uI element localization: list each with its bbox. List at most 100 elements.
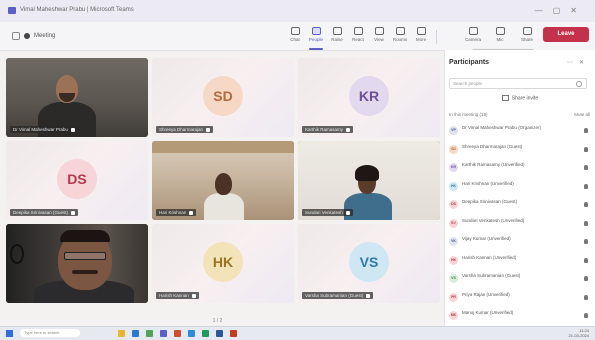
mic-icon[interactable] [584, 128, 588, 133]
toolbar-view-button[interactable]: View [369, 26, 389, 48]
toolbar-more-button[interactable]: More [411, 26, 431, 48]
office-icon[interactable] [174, 330, 181, 337]
participant-list-item[interactable]: HK Hari Krishnan (Unverified) [449, 180, 590, 193]
mic-icon[interactable] [584, 165, 588, 170]
mic-icon [206, 127, 211, 132]
edge-icon[interactable] [132, 330, 139, 337]
tile-name-label: Deepika Srinivasan (Guest) [10, 209, 79, 216]
participants-panel: Participants ⋯✕ Search people Share invi… [444, 50, 595, 326]
video-tile-7[interactable] [6, 224, 148, 303]
mic-icon[interactable] [584, 257, 588, 263]
video-tile-9[interactable]: VS Varsha Subramanian (Guest) [298, 224, 440, 303]
toolbar-mic-button[interactable]: Mic [490, 26, 510, 48]
video-tile-1[interactable]: Dr Vimal Maheshwar Prabu [6, 58, 148, 137]
participant-list-name: Deepika Srinivasan (Guest) [462, 199, 518, 204]
participant-list-item[interactable]: MK Manoj Kumar (Unverified) [449, 309, 590, 322]
mic-icon[interactable] [584, 276, 588, 281]
participant-avatar: SD [203, 75, 243, 116]
participant-list-avatar: PR [449, 292, 458, 302]
participant-list-avatar: SD [449, 144, 458, 154]
toolbar-divider [436, 30, 437, 44]
participant-avatar: DS [57, 158, 97, 199]
meeting-grid-icon[interactable] [12, 32, 20, 40]
toolbar-more-label: More [415, 37, 427, 42]
participant-avatar: VS [349, 241, 389, 282]
chat-icon [290, 27, 300, 35]
participant-list-name: Priya Rajan (Unverified) [462, 291, 510, 297]
leave-button[interactable]: Leave [543, 27, 589, 42]
participant-list-avatar: VP [449, 126, 458, 135]
maximize-icon[interactable]: ▢ [553, 6, 571, 15]
close-icon[interactable]: ✕ [570, 6, 587, 15]
minimize-icon[interactable]: — [535, 6, 553, 15]
mic-icon[interactable] [584, 294, 588, 300]
toolbar-raise-label: Raise [331, 37, 343, 42]
tile-name-label: Dr Vimal Maheshwar Prabu [10, 126, 78, 133]
mic-icon[interactable] [584, 313, 588, 318]
tile-name-label: Varsha Subramanian (Guest) [302, 292, 374, 299]
video-tile-6[interactable]: Sundari Venkatesh [298, 141, 440, 220]
toolbar-share-button[interactable]: Share [517, 26, 537, 48]
word-icon[interactable] [216, 330, 223, 337]
excel-icon[interactable] [202, 330, 209, 337]
participant-list-item[interactable]: HK Harish Kannan (Unverified) [449, 254, 590, 267]
participant-list-item[interactable]: KR Karthik Ramasamy (Unverified) [449, 161, 590, 174]
toolbar-camera-button[interactable]: Camera [463, 26, 483, 48]
toolbar-people-button[interactable]: People [306, 26, 326, 50]
toolbar-rooms-button[interactable]: Rooms [390, 26, 410, 48]
video-tile-2[interactable]: SD Shreeya Dharmarajan [152, 58, 294, 137]
video-tile-4[interactable]: DS Deepika Srinivasan (Guest) [6, 141, 148, 220]
participant-list-item[interactable]: SV Sundari Venkatesh (Unverified) [449, 217, 590, 230]
toolbar-chat-button[interactable]: Chat [285, 26, 305, 48]
powerpoint-icon[interactable] [230, 330, 237, 337]
taskbar-clock[interactable]: 11:24 21-03-2024 [569, 328, 589, 338]
participant-list-name: Varsha Subramanian (Guest) [462, 273, 521, 278]
participant-list-avatar: HK [449, 181, 458, 191]
outlook-icon[interactable] [188, 330, 195, 337]
gallery-pager[interactable]: 1 / 2 [0, 318, 435, 324]
participant-list-item[interactable]: SD Shreeya Dharmarajan (Guest) [449, 143, 590, 156]
chrome-icon[interactable] [146, 330, 153, 337]
video-tile-3[interactable]: KR Karthik Ramasamy [298, 58, 440, 137]
participant-list-avatar: VS [449, 274, 458, 283]
toolbar-raise-button[interactable]: Raise [327, 26, 347, 48]
mic-icon[interactable] [584, 220, 588, 226]
file-explorer-icon[interactable] [118, 330, 125, 337]
more-icon [416, 27, 426, 35]
participant-list-item[interactable]: DS Deepika Srinivasan (Guest) [449, 198, 590, 211]
participant-avatar: HK [203, 241, 243, 282]
video-tile-5[interactable]: Hari Krishnan [152, 141, 294, 220]
participant-list-item[interactable]: PR Priya Rajan (Unverified) [449, 291, 590, 304]
more-options-icon[interactable]: ⋯ [567, 60, 579, 66]
mute-all-link[interactable]: Mute all [574, 112, 590, 117]
participant-list-name: Sundari Venkatesh (Unverified) [462, 217, 525, 223]
close-panel-icon[interactable]: ✕ [579, 60, 590, 66]
teams-taskbar-icon[interactable] [160, 330, 167, 337]
mic-icon[interactable] [584, 183, 588, 189]
taskbar-search-input[interactable]: Type here to search [20, 329, 80, 337]
mic-icon[interactable] [584, 239, 588, 244]
participant-list-item[interactable]: VK Vijay Kumar (Unverified) [449, 235, 590, 248]
toolbar-react-button[interactable]: React [348, 26, 368, 48]
os-taskbar: Type here to search 11:24 21-03-2024 [0, 326, 595, 340]
participant-list-item[interactable]: VP Dr Vimal Maheshwar Prabu (Organizer) [449, 124, 590, 137]
participant-list-item[interactable]: VS Varsha Subramanian (Guest) [449, 272, 590, 285]
participant-list-avatar: MK [449, 311, 458, 320]
meeting-toolbar: Meeting Chat People Raise React View Roo… [0, 22, 595, 51]
in-meeting-section-header[interactable]: In this meeting (19) Mute all [449, 112, 590, 117]
participant-list-name: Manoj Kumar (Unverified) [462, 310, 514, 315]
window-controls[interactable]: —▢✕ [535, 6, 587, 15]
meeting-status-icon [24, 33, 30, 39]
mic-icon[interactable] [584, 202, 588, 207]
people-icon [311, 27, 321, 35]
start-icon[interactable] [6, 330, 13, 337]
share-invite-button[interactable]: Share invite [475, 95, 565, 101]
window-title: Vimal Maheshwar Prabu | Microsoft Teams [20, 7, 134, 13]
participant-list-name: Shreeya Dharmarajan (Guest) [462, 143, 523, 149]
panel-actions: ⋯✕ [567, 59, 590, 66]
participant-hair [355, 165, 379, 181]
video-tile-8[interactable]: HK Harish Kannan [152, 224, 294, 303]
participant-list-avatar: SV [449, 218, 458, 228]
search-people-input[interactable]: Search people [449, 78, 587, 89]
mic-icon[interactable] [584, 146, 588, 152]
